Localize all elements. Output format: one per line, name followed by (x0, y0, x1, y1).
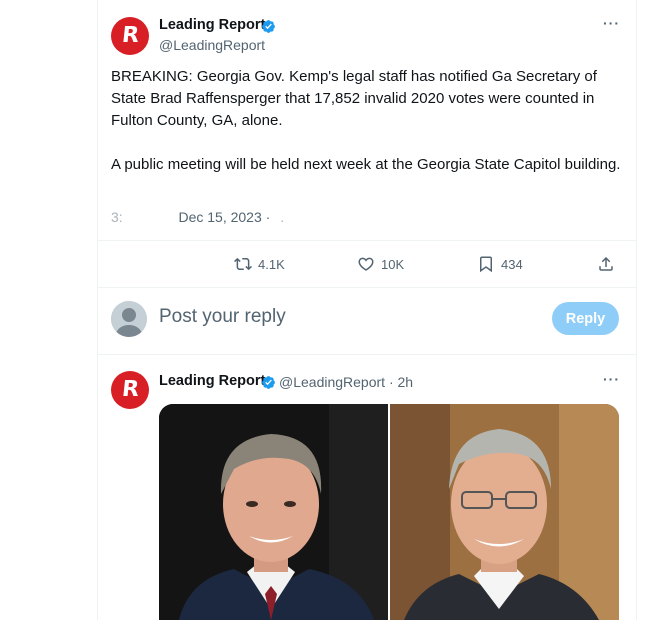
tweet-views: . (280, 209, 285, 225)
reply-input[interactable]: Post your reply (159, 306, 286, 328)
reply-time[interactable]: · 2h (389, 374, 413, 390)
photo-collage (159, 404, 619, 620)
tweet-text: BREAKING: Georgia Gov. Kemp's legal staf… (111, 68, 621, 173)
like-count: 10K (381, 256, 405, 272)
share-icon (599, 256, 613, 271)
reply-button[interactable]: Reply (552, 302, 619, 335)
verified-badge-icon (262, 20, 275, 33)
bookmark-icon (480, 256, 492, 273)
tweet-meta: 3: Dec 15, 2023 · . (111, 209, 284, 225)
divider (97, 287, 636, 288)
photo-left (159, 404, 388, 620)
reply-author-name[interactable]: Leading Report (159, 373, 265, 389)
author-avatar[interactable]: R (111, 17, 149, 55)
retweet-count: 4.1K (258, 256, 285, 272)
default-user-icon (111, 301, 147, 337)
retweet-button[interactable]: 4.1K (234, 255, 285, 273)
brand-logo-icon: R (120, 23, 140, 48)
more-options-icon[interactable]: ··· (603, 15, 620, 31)
share-button[interactable] (597, 255, 615, 273)
divider (97, 354, 636, 355)
bookmark-button[interactable]: 434 (477, 255, 523, 273)
like-button[interactable]: 10K (357, 255, 404, 273)
author-name[interactable]: Leading Report (159, 17, 265, 33)
tweet-time[interactable]: 3: (111, 209, 123, 225)
divider (97, 240, 636, 241)
user-avatar[interactable] (111, 301, 147, 337)
author-handle[interactable]: @LeadingReport (159, 37, 265, 53)
reply-handle-text[interactable]: @LeadingReport (279, 374, 385, 390)
photo-right (390, 404, 619, 620)
brand-logo-icon: R (120, 377, 140, 402)
more-options-icon[interactable]: ··· (603, 371, 620, 387)
tweet-media[interactable] (159, 404, 619, 620)
tweet-date[interactable]: Dec 15, 2023 · (178, 209, 270, 225)
bookmark-count: 434 (501, 256, 523, 272)
reply-author-handle[interactable]: @LeadingReport · 2h (279, 374, 413, 390)
reply-author-avatar[interactable]: R (111, 371, 149, 409)
verified-badge-icon (262, 376, 275, 389)
heart-icon (358, 257, 374, 271)
retweet-icon (234, 257, 252, 271)
